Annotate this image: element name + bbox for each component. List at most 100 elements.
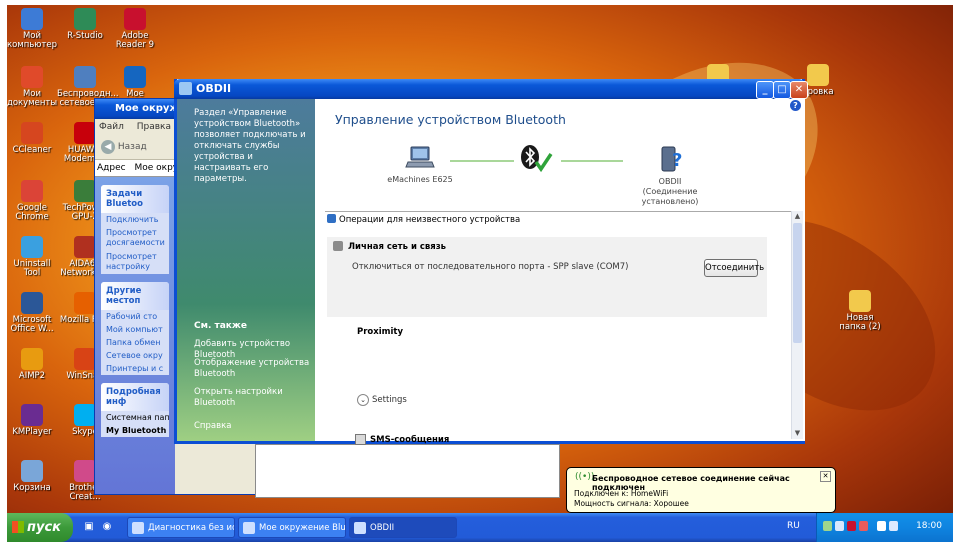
details-header[interactable]: Подробная инф [101,383,169,411]
bluetooth-connected-icon [521,145,553,173]
svg-text:?: ? [672,150,682,171]
volume-tray-icon[interactable] [877,521,886,531]
chevron-down-icon[interactable]: ⌄ [357,394,369,406]
settings-label: Settings [372,395,407,405]
scroll-down-icon[interactable]: ▼ [792,428,803,439]
service-panel: Личная сеть и связь Отключиться от после… [327,237,767,317]
help-icon[interactable]: ? [790,100,801,111]
desktop-shortcut-rstudio[interactable]: R-Studio [57,8,113,41]
menu-edit[interactable]: Правка [137,122,171,132]
task-view-range[interactable]: Просмотрет досягаемости [101,226,169,250]
desktop-shortcut-bluetooth[interactable]: Мое [107,66,163,99]
operations-icon [327,214,336,223]
obdii-dialog[interactable]: OBDII _ □ ✕ Раздел «Управление устройств… [174,79,808,445]
desktop-shortcut-ccleaner[interactable]: CCleaner [4,122,60,155]
minimize-button[interactable]: _ [756,81,774,99]
desktop-shortcut-label: Мои документы [6,89,58,108]
kmplayer-icon [21,404,43,426]
place-shared-folder[interactable]: Папка обмен [101,336,169,349]
local-device: eMachines E625 [375,144,465,185]
wireless-notification-balloon[interactable]: ((•)) Беспроводное сетевое соединение се… [566,467,836,513]
task-view-settings[interactable]: Просмотрет настройку [101,250,169,274]
see-also-heading: См. также [194,321,247,331]
desktop-shortcut-recycle-bin[interactable]: Корзина [4,460,60,493]
disconnect-button[interactable]: Отсоединить [704,259,764,277]
language-indicator[interactable]: RU [787,521,800,531]
aida64-icon [74,236,96,258]
desktop-shortcut-uninstall[interactable]: Uninstall Tool [4,236,60,278]
desktop-shortcut-documents[interactable]: Мои документы [4,66,60,108]
link-open-settings[interactable]: Открыть настройки Bluetooth [194,387,314,409]
gpuz-icon [74,180,96,202]
taskbar-item-obdii[interactable]: OBDII [349,517,457,538]
bluetooth-tasks-header[interactable]: Задачи Bluetoo [101,185,169,213]
connection-line-right [561,160,623,162]
security-tray-icon[interactable] [847,521,856,531]
remote-device-status: (Соединение установлено) [641,187,699,206]
quicklaunch-chrome-icon[interactable]: ◉ [99,519,115,535]
link-help[interactable]: Справка [194,421,314,432]
laptop-icon [405,146,435,168]
system-tray: 18:00 [816,513,953,542]
uninstall-icon [21,236,43,258]
desktop-folder-new-folder-2[interactable]: Новая папка (2) [832,290,888,332]
address-label: Адрес [97,163,126,173]
desktop-shortcut-computer[interactable]: Мой компьютер [4,8,60,50]
address-value[interactable]: Мое окру [134,163,178,173]
dialog-title-bar[interactable]: OBDII _ □ ✕ [174,79,808,99]
desktop-shortcut-pdf[interactable]: Adobe Reader 9 [107,8,163,50]
rstudio-icon [74,8,96,30]
quicklaunch-desktop-icon[interactable]: ▣ [81,519,97,535]
bluetooth-icon [243,522,255,534]
service-name: Личная сеть и связь [348,242,447,252]
brother-icon [74,460,96,482]
bluetooth-icon [124,66,146,88]
vertical-scrollbar[interactable]: ▲ ▼ [791,211,803,439]
explorer-task-pane: Задачи Bluetoo Подключить Просмотрет дос… [95,177,175,494]
details-type: Системная папка [106,413,169,422]
connection-status [516,144,556,177]
back-arrow-icon[interactable]: ◀ [101,139,115,154]
bluetooth-tray-icon[interactable] [889,521,898,531]
scroll-up-icon[interactable]: ▲ [792,211,803,222]
place-my-computer[interactable]: Мой компьют [101,323,169,336]
desktop-shortcut-chrome[interactable]: Google Chrome [4,180,60,222]
remote-device: ? OBDII (Соединение установлено) [615,144,725,207]
task-connect[interactable]: Подключить [101,213,169,226]
maximize-button[interactable]: □ [773,81,791,99]
scroll-thumb[interactable] [793,223,802,343]
other-places-header[interactable]: Другие местоп [101,282,169,310]
place-desktop[interactable]: Рабочий сто [101,310,169,323]
close-button[interactable]: ✕ [790,81,808,99]
desktop-shortcut-aimp[interactable]: AIMP2 [4,348,60,381]
back-button-label[interactable]: Назад [118,142,147,152]
taskbar-item-chrome[interactable]: Диагностика без ис... [127,517,235,538]
link-device-display[interactable]: Отображение устройства Bluetooth [194,358,314,380]
menu-file[interactable]: Файл [99,122,124,132]
unknown-device-icon: ? [661,146,682,172]
desktop-shortcut-word[interactable]: Microsoft Office W... [4,292,60,334]
network-tray-icon[interactable] [835,521,844,531]
documents-icon [21,66,43,88]
explorer-content-area[interactable] [255,444,560,498]
start-label: пуск [27,520,61,535]
desktop-shortcut-kmplayer[interactable]: KMPlayer [4,404,60,437]
clock[interactable]: 18:00 [916,521,942,531]
balloon-close-icon[interactable]: ✕ [820,471,831,482]
taskbar-item-bluetooth-places[interactable]: Мое окружение Blue... [238,517,346,538]
place-network[interactable]: Сетевое окру [101,349,169,362]
desktop-shortcut-label: Adobe Reader 9 [115,31,155,50]
chrome-icon [21,180,43,202]
start-button[interactable]: пуск [7,513,73,542]
sms-label: SMS-сообщения [370,435,450,445]
wireless-tray-icon[interactable] [823,521,832,531]
dialog-right-pane: ? Управление устройством Bluetooth eMach… [315,99,805,445]
taskbar: пуск ▣ ◉ Диагностика без ис... Мое окруж… [7,513,953,542]
ati-tray-icon[interactable] [859,521,868,531]
taskbar-item-label: Мое окружение Blue... [259,523,346,533]
desktop-shortcut-label: AIMP2 [18,371,46,381]
settings-toggle[interactable]: ⌄ Settings [357,394,407,406]
network-service-icon [333,241,343,251]
place-printers[interactable]: Принтеры и с [101,362,169,375]
balloon-connected-to: Подключен к: HomeWiFi [574,489,669,498]
